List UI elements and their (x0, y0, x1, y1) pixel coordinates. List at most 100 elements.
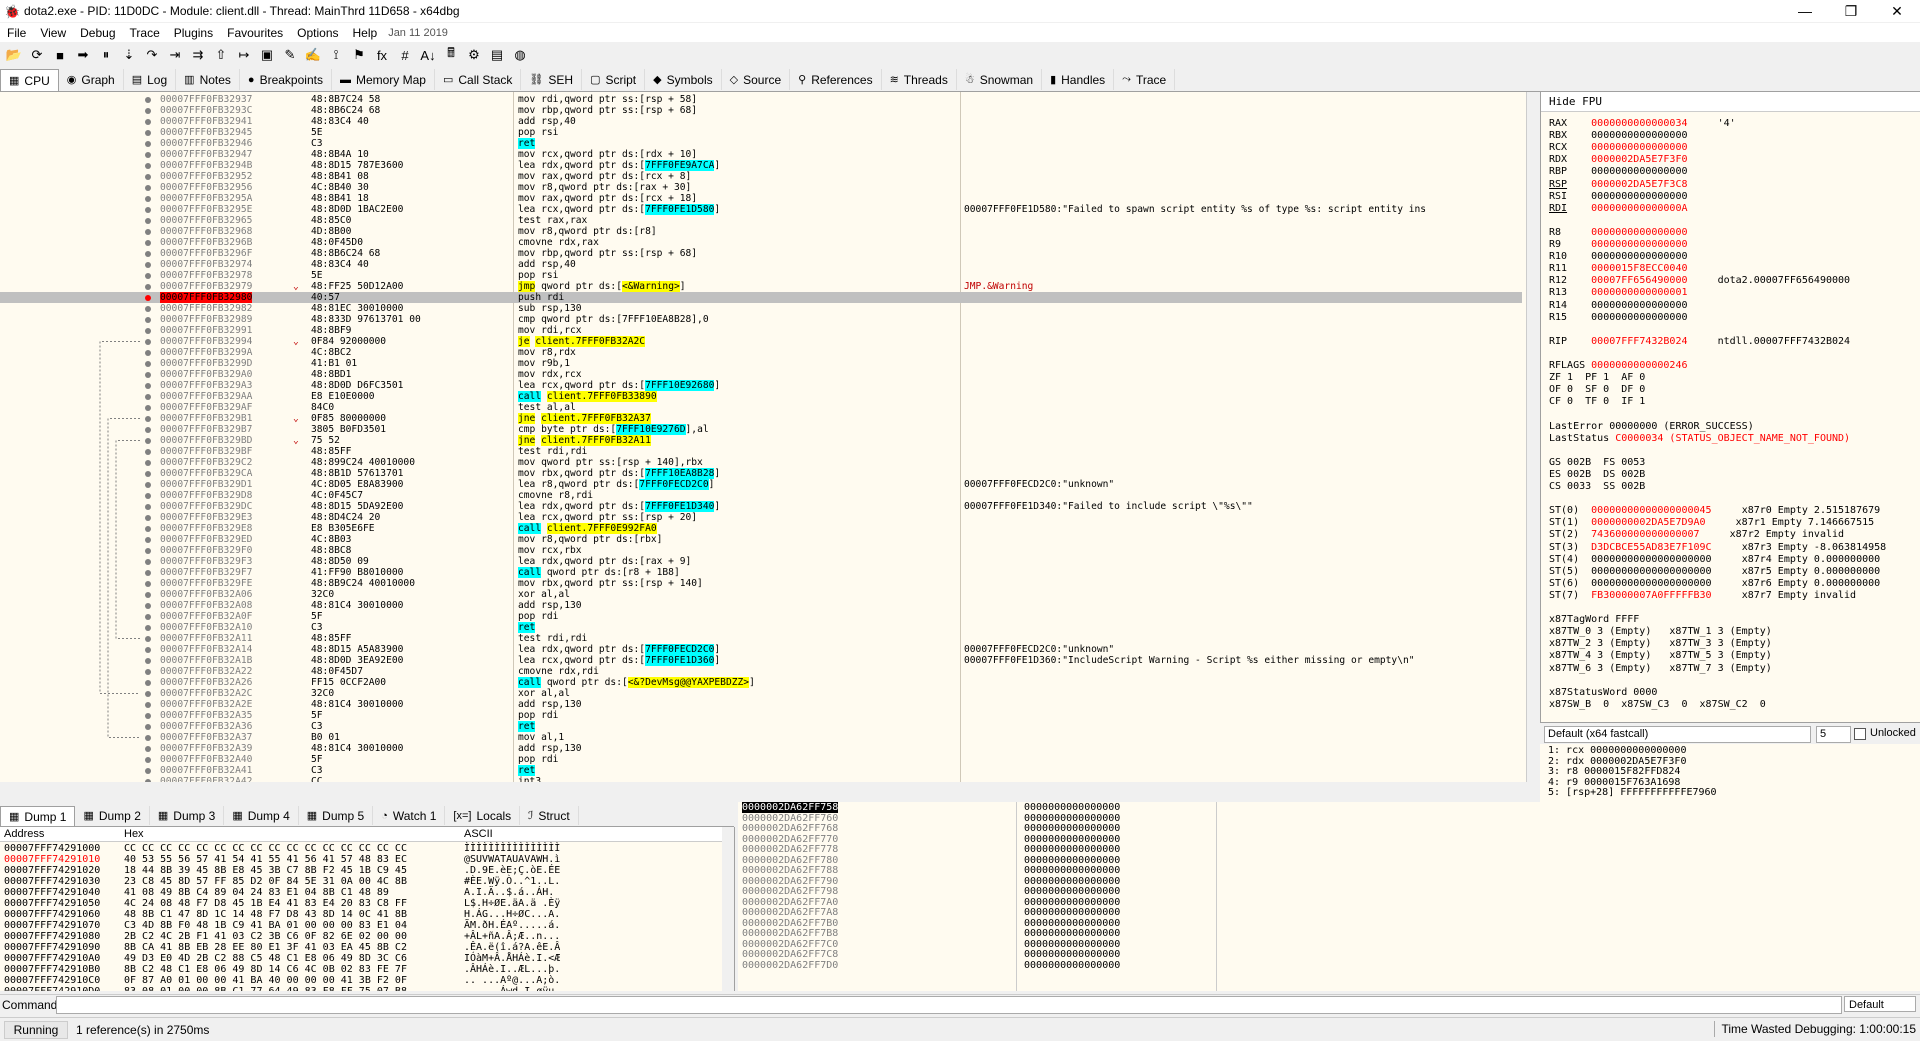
tab-cpu[interactable]: ▦ CPU (0, 69, 59, 91)
register-row[interactable]: RDX 0000002DA5E7F3F0 (1549, 154, 1687, 166)
dump-row[interactable]: 00007FFF74291080 2B C2 4C 2B F1 41 03 C2 … (4, 931, 560, 942)
disasm-row[interactable]: 00007FFF0FB329BD ⌄ 75 52 jne client.7FFF0FB… (0, 435, 1522, 446)
register-value[interactable]: 0000000000000000 (1591, 130, 1687, 141)
disasm-row[interactable]: 00007FFF0FB329D1 4C:8D05 E8A83900 lea r8,q… (0, 479, 1522, 490)
disasm-row[interactable]: 00007FFF0FB329A3 48:8D0D D6FC3501 lea rcx,… (0, 380, 1522, 391)
register-row[interactable]: RBX 0000000000000000 (1549, 130, 1687, 142)
menu-item-favourites[interactable]: Favourites (220, 26, 290, 40)
disasm-row[interactable]: 00007FFF0FB32A26 FF15 0CCF2A00 call qword … (0, 677, 1522, 688)
disasm-row[interactable]: 00007FFF0FB32A22 48:0F45D7 cmovne rdx,rdi (0, 666, 1522, 677)
argument-row[interactable]: 1: rcx 0000000000000000 (1548, 745, 1686, 756)
breakpoint-icon[interactable] (145, 295, 151, 301)
arg-count-stepper[interactable]: 5 (1816, 726, 1851, 743)
tab-symbols[interactable]: ◆ Symbols (645, 69, 722, 90)
disasm-row[interactable]: 00007FFF0FB329B7 3805 B0FD3501 cmp byte pt… (0, 424, 1522, 435)
calling-convention-select[interactable]: Default (x64 fastcall) (1544, 726, 1811, 743)
bullet-icon[interactable] (145, 130, 151, 136)
bookmark-icon[interactable]: ⚑ (349, 45, 369, 65)
dump-row[interactable]: 00007FFF742910B0 8B C2 48 C1 E8 06 49 8D … (4, 964, 560, 975)
tab-breakpoints[interactable]: ● Breakpoints (240, 69, 332, 90)
disasm-row[interactable]: 00007FFF0FB32991 48:8BF9 mov rdi,rcx (0, 325, 1522, 336)
register-value[interactable]: 0000015F8ECC0040 (1591, 263, 1687, 274)
tab-dump-1[interactable]: ▦ Dump 1 (0, 806, 76, 826)
register-row[interactable]: LastError 00000000 (ERROR_SUCCESS) (1549, 421, 1754, 433)
disasm-row[interactable]: 00007FFF0FB3294B 48:8D15 787E3600 lea rdx,… (0, 160, 1522, 171)
register-row[interactable]: R13 0000000000000001 (1549, 287, 1687, 299)
bullet-icon[interactable] (145, 328, 151, 334)
menu-item-trace[interactable]: Trace (123, 26, 167, 40)
disasm-row[interactable]: 00007FFF0FB329E3 48:8D4C24 20 lea rcx,qwor… (0, 512, 1522, 523)
bullet-icon[interactable] (145, 702, 151, 708)
register-row[interactable]: x87TW_6 3 (Empty) x87TW_7 3 (Empty) (1549, 663, 1772, 675)
bullet-icon[interactable] (145, 537, 151, 543)
step-over-icon[interactable]: ↷ (142, 45, 162, 65)
register-value[interactable]: 0000000000000000 (1591, 166, 1687, 177)
disasm-row[interactable]: 00007FFF0FB329CA 48:8B1D 57613701 mov rbx,… (0, 468, 1522, 479)
disasm-row[interactable]: 00007FFF0FB32979 ⌄ 48:FF25 50D12A00 jmp qwo… (0, 281, 1522, 292)
bullet-icon[interactable] (145, 163, 151, 169)
bullet-icon[interactable] (145, 746, 151, 752)
dump-row[interactable]: 00007FFF74291010 40 53 55 56 57 41 54 41 … (4, 854, 560, 865)
register-row[interactable]: x87StatusWord 0000 (1549, 687, 1657, 699)
dump-row[interactable]: 00007FFF74291000 CC CC CC CC CC CC CC CC … (4, 843, 560, 854)
bullet-icon[interactable] (145, 515, 151, 521)
arguments-pane[interactable]: 1: rcx 0000000000000000 2: rdx 0000002DA5… (1540, 744, 1920, 802)
register-value[interactable]: 00000000000000000045 (1591, 505, 1711, 516)
register-row[interactable]: RSP 0000002DA5E7F3C8 (1549, 179, 1687, 191)
dump-row[interactable]: 00007FFF74291040 41 08 49 8B C4 89 04 24 … (4, 887, 554, 898)
register-row[interactable]: R15 0000000000000000 (1549, 312, 1687, 324)
disasm-row[interactable]: 00007FFF0FB329ED 4C:8B03 mov r8,qword ptr … (0, 534, 1522, 545)
register-row[interactable]: x87TW_0 3 (Empty) x87TW_1 3 (Empty) (1549, 626, 1772, 638)
disasm-row[interactable]: 00007FFF0FB32A06 32C0 xor al,al (0, 589, 1522, 600)
register-row[interactable]: LastStatus C0000034 (STATUS_OBJECT_NAME_… (1549, 433, 1850, 445)
disasm-row[interactable]: 00007FFF0FB329C2 48:899C24 40010000 mov qw… (0, 457, 1522, 468)
register-row[interactable]: x87TW_2 3 (Empty) x87TW_3 3 (Empty) (1549, 638, 1772, 650)
argument-row[interactable]: 2: rdx 0000002DA5E7F3F0 (1548, 756, 1686, 767)
bullet-icon[interactable] (145, 636, 151, 642)
notes-icon[interactable]: ▤ (487, 45, 507, 65)
bullet-icon[interactable] (145, 724, 151, 730)
register-value[interactable]: D3DCBCE55AD83E7F109C (1591, 542, 1711, 553)
bullet-icon[interactable] (145, 174, 151, 180)
tab-handles[interactable]: ▮ Handles (1042, 69, 1115, 90)
disasm-row[interactable]: 00007FFF0FB32A08 48:81C4 30010000 add rsp,… (0, 600, 1522, 611)
bullet-icon[interactable] (145, 251, 151, 257)
bullet-icon[interactable] (145, 416, 151, 422)
register-row[interactable]: ST(6) 00000000000000000000 x87r6 Empty 0… (1549, 578, 1880, 590)
bullet-icon[interactable] (145, 526, 151, 532)
dump-row[interactable]: 00007FFF742910D0 83 08 01 00 00 8B C1 77 … (4, 986, 566, 991)
hide-fpu-button[interactable]: Hide FPU (1541, 92, 1920, 112)
tab-script[interactable]: ▢ Script (582, 69, 646, 90)
register-row[interactable]: ST(4) 00000000000000000000 x87r4 Empty 0… (1549, 554, 1880, 566)
stop-icon[interactable]: ■ (50, 45, 70, 65)
register-row[interactable]: x87TagWord FFFF (1549, 614, 1639, 626)
dump-scrollbar[interactable] (722, 827, 734, 991)
disasm-row[interactable]: 00007FFF0FB32945 5E pop rsi (0, 127, 1522, 138)
register-value[interactable]: 0000000000000000 (1591, 300, 1687, 311)
disasm-row[interactable]: 00007FFF0FB32A37 B0 01 mov al,1 (0, 732, 1522, 743)
disasm-row[interactable]: 00007FFF0FB329FE 48:8B9C24 40010000 mov rb… (0, 578, 1522, 589)
register-value[interactable]: C0000034 (STATUS_OBJECT_NAME_NOT_FOUND) (1615, 433, 1850, 444)
function-icon[interactable]: fx (372, 45, 392, 65)
register-value[interactable]: 743600000000000007 (1591, 529, 1699, 540)
tab-dump-5[interactable]: ▦ Dump 5 (299, 806, 374, 825)
run-icon[interactable]: ➡ (73, 45, 93, 65)
register-row[interactable]: ST(2) 743600000000000007 x87r2 Empty inv… (1549, 529, 1844, 541)
register-value[interactable]: 00000000000000000000 (1591, 578, 1711, 589)
register-value[interactable]: 0000000000000000 (1591, 142, 1687, 153)
disasm-row[interactable]: 00007FFF0FB3296F 48:8B6C24 68 mov rbp,qwor… (0, 248, 1522, 259)
register-value[interactable]: 00007FF656490000 (1591, 275, 1687, 286)
disasm-row[interactable]: 00007FFF0FB329B1 ⌄ 0F85 80000000 jne client… (0, 413, 1522, 424)
disasm-row[interactable]: 00007FFF0FB329AF 84C0 test al,al (0, 402, 1522, 413)
tab-seh[interactable]: ⛓ SEH (521, 69, 583, 90)
bullet-icon[interactable] (145, 504, 151, 510)
disasm-row[interactable]: 00007FFF0FB32A35 5F pop rdi (0, 710, 1522, 721)
disasm-row[interactable]: 00007FFF0FB32982 48:81EC 30010000 sub rsp,… (0, 303, 1522, 314)
disasm-row[interactable]: 00007FFF0FB3295E 48:8D0D 1BAC2E00 lea rcx,… (0, 204, 1522, 215)
bullet-icon[interactable] (145, 603, 151, 609)
tab-log[interactable]: ▤ Log (124, 69, 177, 90)
bullet-icon[interactable] (145, 493, 151, 499)
bullet-icon[interactable] (145, 460, 151, 466)
bullet-icon[interactable] (145, 317, 151, 323)
disasm-row[interactable]: 00007FFF0FB32965 48:85C0 test rax,rax (0, 215, 1522, 226)
